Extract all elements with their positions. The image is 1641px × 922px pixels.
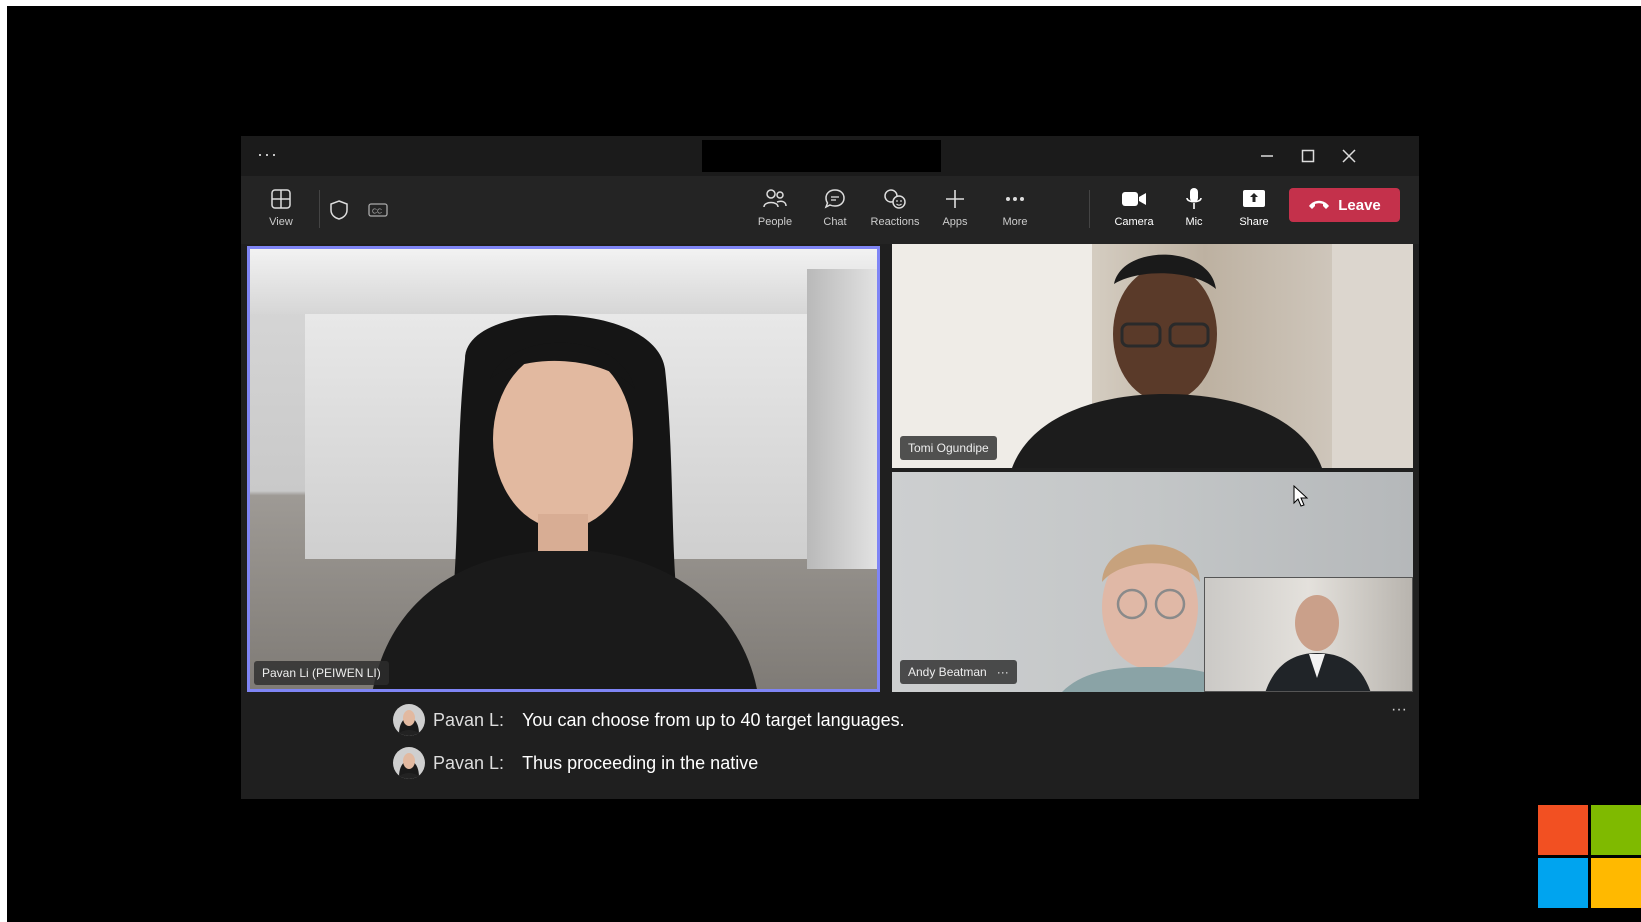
video-stage: Pavan Li (PEIWEN LI) Tomi Ogundipe Andy … <box>241 244 1419 695</box>
more-button[interactable]: More <box>987 184 1043 236</box>
frame-edge-top <box>0 0 1641 6</box>
leave-label: Leave <box>1338 196 1381 214</box>
maximize-icon[interactable] <box>1296 144 1320 168</box>
participant-video-pavan <box>373 315 757 689</box>
people-label: People <box>757 216 793 228</box>
video-tile-tomi[interactable]: Tomi Ogundipe <box>892 244 1413 468</box>
teams-meeting-window: ··· View CC People Chat Reactions Apps M… <box>241 136 1419 799</box>
leave-button[interactable]: Leave <box>1289 188 1400 222</box>
people-button[interactable]: People <box>747 184 803 236</box>
svg-text:CC: CC <box>372 209 382 216</box>
video-tile-pavan[interactable]: Pavan Li (PEIWEN LI) <box>247 246 880 692</box>
name-tag-pavan: Pavan Li (PEIWEN LI) <box>254 661 389 685</box>
name-tag-andy: Andy Beatman ··· <box>900 660 1017 684</box>
captions-more-options[interactable]: ··· <box>1391 701 1407 719</box>
camera-button[interactable]: Camera <box>1106 184 1162 236</box>
apps-label: Apps <box>942 216 968 228</box>
reactions-button[interactable]: Reactions <box>867 184 923 236</box>
caption-line: Pavan L: You can choose from up to 40 ta… <box>393 703 905 737</box>
mic-button[interactable]: Mic <box>1166 184 1222 236</box>
background-window <box>807 269 877 569</box>
video-tile-andy[interactable]: Andy Beatman ··· <box>892 472 1413 692</box>
title-menu-button[interactable]: ··· <box>257 144 278 165</box>
apps-button[interactable]: Apps <box>927 184 983 236</box>
close-icon[interactable] <box>1337 144 1361 168</box>
plus-icon <box>944 184 966 214</box>
grid-icon <box>270 184 292 214</box>
share-button[interactable]: Share <box>1226 184 1282 236</box>
avatar <box>393 704 425 736</box>
frame-edge-left <box>0 0 7 922</box>
microsoft-logo-icon <box>1538 805 1641 908</box>
avatar <box>393 747 425 779</box>
mic-label: Mic <box>1185 216 1203 228</box>
logo-green-square <box>1591 805 1641 855</box>
self-view-person <box>1265 595 1371 691</box>
participant-more-options[interactable]: ··· <box>997 665 1009 679</box>
minimize-icon[interactable] <box>1255 144 1279 168</box>
caption-speaker: Pavan L: <box>433 752 505 773</box>
title-bar: ··· <box>241 136 1419 176</box>
view-button[interactable]: View <box>253 184 309 236</box>
toolbar-divider <box>1089 190 1090 228</box>
view-label: View <box>269 216 293 228</box>
reactions-icon <box>882 184 908 214</box>
reactions-label: Reactions <box>870 216 920 228</box>
title-redacted <box>702 140 941 172</box>
caption-speaker: Pavan L: <box>433 709 505 730</box>
hang-up-icon <box>1308 197 1330 214</box>
chat-icon <box>823 184 847 214</box>
microphone-icon <box>1184 184 1204 214</box>
chat-label: Chat <box>823 216 847 228</box>
more-label: More <box>1002 216 1028 228</box>
logo-red-square <box>1538 805 1588 855</box>
logo-blue-square <box>1538 858 1588 908</box>
participant-name: Tomi Ogundipe <box>908 441 989 455</box>
captions-icon[interactable]: CC <box>366 198 390 222</box>
mouse-cursor-icon <box>1293 484 1309 512</box>
people-icon <box>762 184 788 214</box>
logo-yellow-square <box>1591 858 1641 908</box>
toolbar-divider <box>319 190 320 228</box>
chat-button[interactable]: Chat <box>807 184 863 236</box>
participant-video-tomi <box>892 244 1413 468</box>
caption-text: Thus proceeding in the native <box>522 752 759 773</box>
ellipsis-icon <box>1004 184 1026 214</box>
camera-label: Camera <box>1114 216 1154 228</box>
shield-icon[interactable] <box>327 198 351 222</box>
caption-line: Pavan L: Thus proceeding in the native <box>393 746 758 780</box>
caption-text: You can choose from up to 40 target lang… <box>522 709 905 730</box>
participant-name: Pavan Li (PEIWEN LI) <box>262 666 381 680</box>
share-icon <box>1242 184 1266 214</box>
camera-icon <box>1121 184 1147 214</box>
live-captions-panel: ··· Pavan L: You can choose from up to 4… <box>241 695 1419 799</box>
self-view-video[interactable] <box>1204 577 1413 692</box>
share-label: Share <box>1239 216 1269 228</box>
participant-name: Andy Beatman <box>908 665 987 679</box>
meeting-toolbar: View CC People Chat Reactions Apps More … <box>241 176 1419 244</box>
name-tag-tomi: Tomi Ogundipe <box>900 436 997 460</box>
